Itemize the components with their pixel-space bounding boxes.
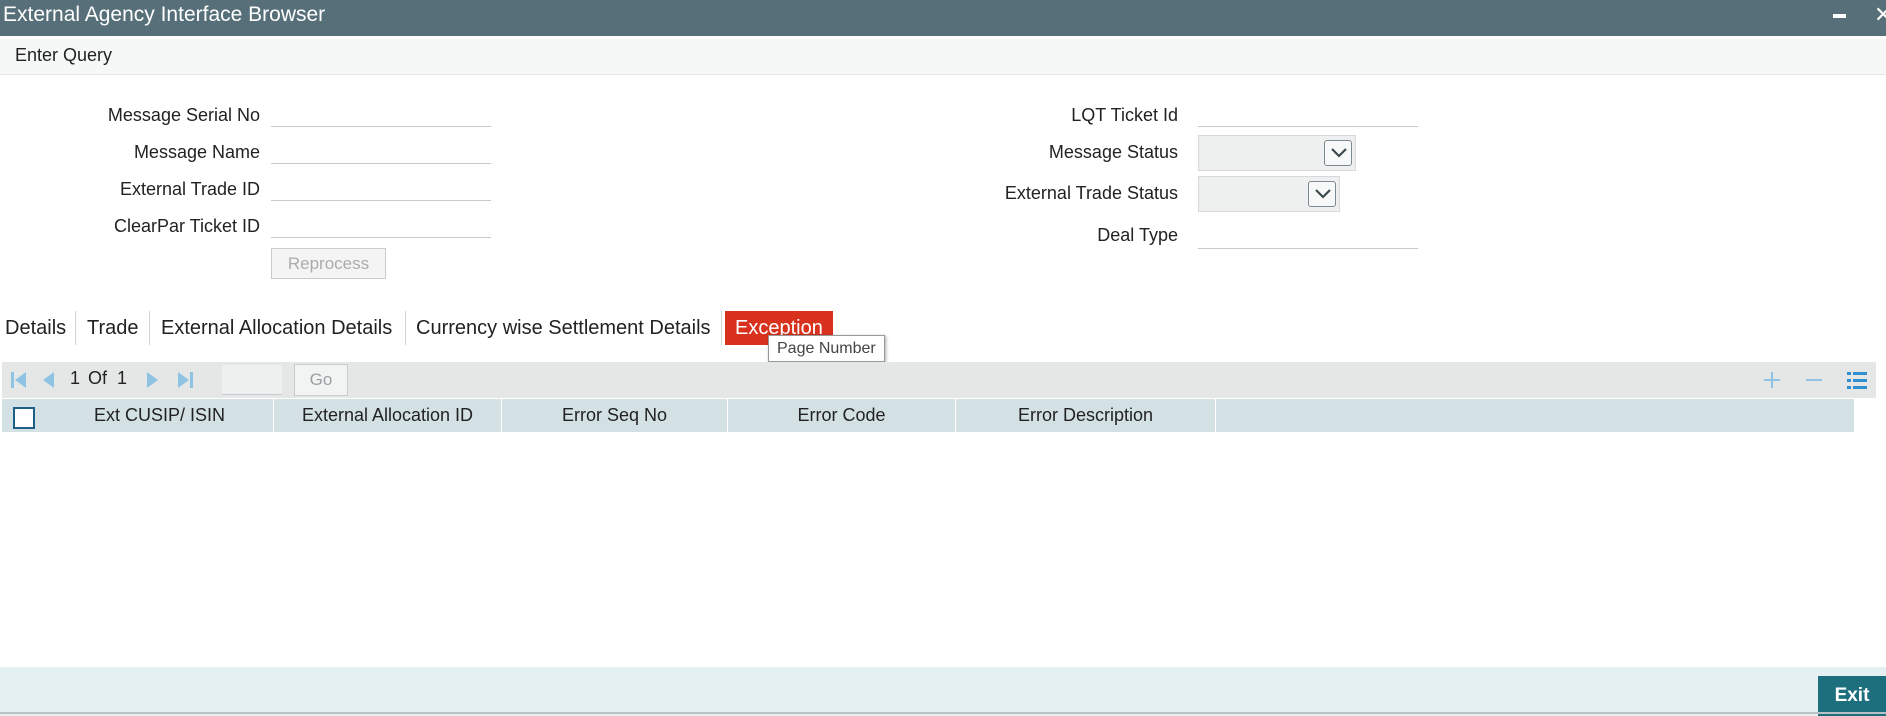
lqt-ticket-id-input[interactable] — [1198, 103, 1418, 127]
clearpar-ticket-id-label: ClearPar Ticket ID — [113, 216, 260, 236]
reprocess-button[interactable]: Reprocess — [271, 248, 386, 279]
message-name-input[interactable] — [271, 140, 491, 164]
column-ext-cusip-isin[interactable]: Ext CUSIP/ ISIN — [46, 399, 274, 432]
page-number-input[interactable] — [222, 365, 282, 395]
tab-currency-wise-settlement-details[interactable]: Currency wise Settlement Details — [416, 311, 711, 345]
chevron-down-icon[interactable] — [1308, 181, 1336, 207]
column-error-seq-no[interactable]: Error Seq No — [502, 399, 728, 432]
deal-type-label: Deal Type — [1097, 225, 1178, 245]
message-name-label: Message Name — [133, 142, 260, 162]
bottom-divider — [0, 712, 1886, 714]
pager-toolbar: 1 Of 1 Go — [2, 362, 1876, 398]
message-serial-no-label: Message Serial No — [107, 105, 260, 125]
first-page-icon[interactable] — [10, 370, 28, 395]
column-external-allocation-id[interactable]: External Allocation ID — [274, 399, 502, 432]
last-page-icon[interactable] — [176, 370, 194, 395]
minimize-icon[interactable] — [1833, 14, 1846, 18]
select-all-checkbox[interactable] — [13, 407, 35, 429]
external-trade-status-label: External Trade Status — [1004, 183, 1178, 203]
next-page-icon[interactable] — [145, 370, 161, 395]
close-icon[interactable]: ✕ — [1874, 2, 1886, 28]
title-bar: External Agency Interface Browser ✕ — [0, 0, 1886, 36]
tab-divider — [721, 311, 722, 345]
tab-bar: Details Trade External Allocation Detail… — [0, 311, 900, 345]
external-trade-id-label: External Trade ID — [119, 179, 260, 199]
menu-bar: Enter Query — [0, 39, 1886, 75]
message-status-label: Message Status — [1048, 142, 1178, 162]
message-serial-no-input[interactable] — [271, 103, 491, 127]
prev-page-icon[interactable] — [40, 370, 56, 395]
tab-external-allocation-details[interactable]: External Allocation Details — [161, 311, 392, 345]
tab-details[interactable]: Details — [5, 311, 66, 345]
tab-trade[interactable]: Trade — [87, 311, 139, 345]
tab-divider — [149, 311, 150, 345]
lqt-ticket-id-label: LQT Ticket Id — [1071, 105, 1178, 125]
total-pages: 1 — [117, 368, 128, 388]
footer-bar: Exit — [0, 667, 1886, 716]
exit-button[interactable]: Exit — [1818, 676, 1886, 716]
page-of-label: Of — [88, 368, 108, 388]
external-trade-id-input[interactable] — [271, 177, 491, 201]
delete-row-icon[interactable] — [1804, 370, 1824, 395]
deal-type-input[interactable] — [1198, 225, 1418, 249]
chevron-down-icon[interactable] — [1324, 140, 1352, 166]
go-button[interactable]: Go — [294, 364, 348, 396]
window-title: External Agency Interface Browser — [3, 3, 326, 26]
tab-divider — [405, 311, 406, 345]
clearpar-ticket-id-input[interactable] — [271, 214, 491, 238]
add-row-icon[interactable] — [1762, 370, 1782, 395]
page-number-tooltip: Page Number — [768, 335, 885, 362]
message-status-select[interactable] — [1198, 135, 1356, 171]
current-page: 1 — [70, 368, 81, 388]
grid-header: Ext CUSIP/ ISIN External Allocation ID E… — [2, 399, 1854, 432]
single-record-view-icon[interactable] — [1846, 370, 1868, 395]
column-error-description[interactable]: Error Description — [956, 399, 1216, 432]
enter-query-button[interactable]: Enter Query — [15, 45, 112, 66]
column-error-code[interactable]: Error Code — [728, 399, 956, 432]
tab-divider — [75, 311, 76, 345]
external-trade-status-select[interactable] — [1198, 176, 1340, 212]
